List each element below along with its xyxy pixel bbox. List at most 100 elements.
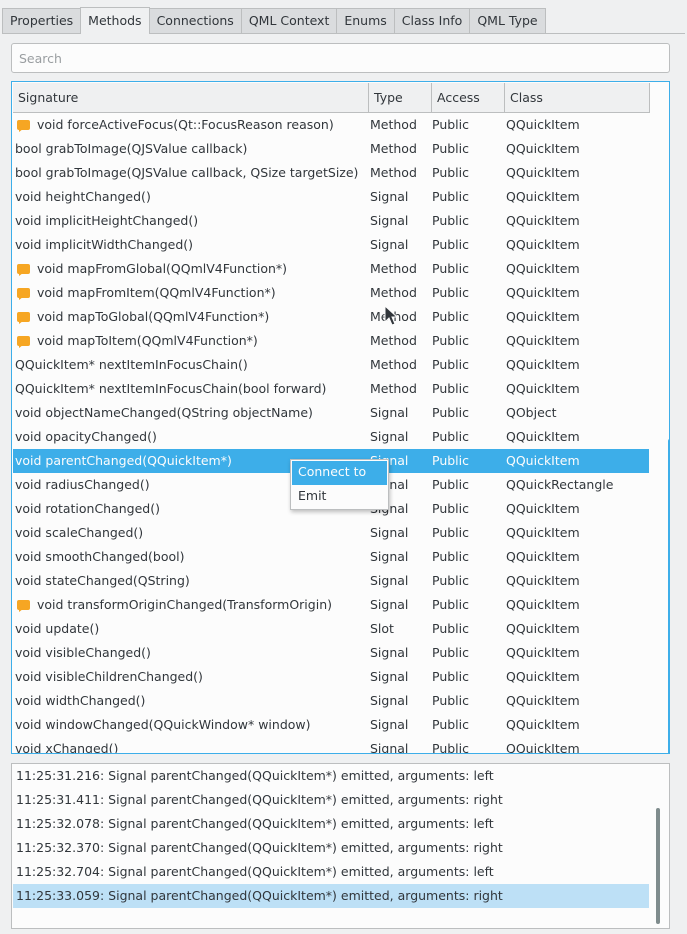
tab-class-info[interactable]: Class Info bbox=[393, 8, 471, 34]
cell-class-text: QObject bbox=[506, 405, 557, 420]
cell-class-text: QQuickItem bbox=[506, 213, 580, 228]
column-header-class[interactable]: Class bbox=[505, 83, 650, 112]
tab-properties[interactable]: Properties bbox=[2, 8, 82, 34]
log-line[interactable]: 11:25:32.078: Signal parentChanged(QQuic… bbox=[13, 812, 649, 836]
cell-class: QQuickItem bbox=[506, 257, 646, 281]
column-header-signature[interactable]: Signature bbox=[13, 83, 369, 112]
table-scrollbar[interactable] bbox=[668, 439, 669, 753]
table-row[interactable]: void scaleChanged() Signal Public QQuickIte… bbox=[13, 521, 649, 545]
cell-access-text: Public bbox=[432, 717, 469, 732]
cell-access-text: Public bbox=[432, 237, 469, 252]
cell-class-text: QQuickItem bbox=[506, 453, 580, 468]
context-menu: Connect to Emit bbox=[290, 459, 389, 510]
cell-class: QQuickItem bbox=[506, 281, 646, 305]
table-row[interactable]: void heightChanged() Signal Public QQuickIt… bbox=[13, 185, 649, 209]
cell-signature: void implicitHeightChanged() bbox=[15, 209, 365, 233]
mouse-cursor-icon bbox=[384, 305, 398, 326]
table-row[interactable]: void visibleChildrenChanged() Signal Publi… bbox=[13, 665, 649, 689]
cell-signature-text: void objectNameChanged(QString objectNam… bbox=[15, 405, 313, 420]
menu-item-emit[interactable]: Emit bbox=[292, 485, 387, 509]
cell-signature-text: void transformOriginChanged(TransformOri… bbox=[37, 597, 332, 612]
tab-enums[interactable]: Enums bbox=[336, 8, 395, 34]
column-header-type[interactable]: Type bbox=[369, 83, 432, 112]
log-line[interactable]: 11:25:32.370: Signal parentChanged(QQuic… bbox=[13, 836, 649, 860]
table-row[interactable]: void mapToItem(QQmlV4Function*) Method Pub… bbox=[13, 329, 649, 353]
tab-methods[interactable]: Methods bbox=[80, 7, 150, 34]
note-icon bbox=[17, 264, 30, 276]
cell-type-text: Method bbox=[370, 381, 417, 396]
cell-type: Signal bbox=[370, 425, 425, 449]
table-row[interactable]: void objectNameChanged(QString objectNam… bbox=[13, 401, 649, 425]
cell-access: Public bbox=[432, 665, 502, 689]
cell-access-text: Public bbox=[432, 477, 469, 492]
cell-signature-text: void xChanged() bbox=[15, 741, 119, 753]
cell-signature-text: void rotationChanged() bbox=[15, 501, 160, 516]
log-line[interactable]: 11:25:33.059: Signal parentChanged(QQuic… bbox=[13, 884, 649, 908]
table-row[interactable]: void update() Slot Public QQuickItem bbox=[13, 617, 649, 641]
cell-type: Signal bbox=[370, 233, 425, 257]
table-row[interactable]: void visibleChanged() Signal Public QQuickI… bbox=[13, 641, 649, 665]
table-row[interactable]: QQuickItem* nextItemInFocusChain(bool fo… bbox=[13, 377, 649, 401]
table-row[interactable]: void mapToGlobal(QQmlV4Function*)MethodP… bbox=[13, 305, 649, 329]
table-row[interactable]: void xChanged() Signal Public QQuickItem bbox=[13, 737, 649, 753]
menu-item-connect-to[interactable]: Connect to bbox=[292, 461, 387, 485]
table-row[interactable]: bool grabToImage(QJSValue callback) Metho… bbox=[13, 137, 649, 161]
cell-access-text: Public bbox=[432, 117, 469, 132]
cell-signature-text: void heightChanged() bbox=[15, 189, 151, 204]
cell-class-text: QQuickItem bbox=[506, 357, 580, 372]
cell-access-text: Public bbox=[432, 405, 469, 420]
note-icon bbox=[17, 312, 30, 324]
cell-class: QQuickRectangle bbox=[506, 473, 646, 497]
cell-class: QQuickItem bbox=[506, 425, 646, 449]
cell-type: Method bbox=[370, 377, 425, 401]
table-row[interactable]: void mapFromGlobal(QQmlV4Function*) Metho… bbox=[13, 257, 649, 281]
cell-type: Method bbox=[370, 281, 425, 305]
cell-type-text: Method bbox=[370, 165, 417, 180]
cell-class-text: QQuickItem bbox=[506, 285, 580, 300]
cell-class: QQuickItem bbox=[506, 329, 646, 353]
cell-type: Signal bbox=[370, 185, 425, 209]
table-row[interactable]: void implicitHeightChanged() Signal Public… bbox=[13, 209, 649, 233]
cell-access: Public bbox=[432, 113, 502, 137]
table-row[interactable]: void mapFromItem(QQmlV4Function*) Method P… bbox=[13, 281, 649, 305]
tab-connections[interactable]: Connections bbox=[148, 8, 242, 34]
cell-class: QQuickItem bbox=[506, 737, 646, 753]
table-row[interactable]: void widthChanged() Signal Public QQuickIte… bbox=[13, 689, 649, 713]
cell-signature: void update() bbox=[15, 617, 365, 641]
table-row[interactable]: void smoothChanged(bool) Signal Public QQui… bbox=[13, 545, 649, 569]
table-row[interactable]: void forceActiveFocus(Qt::FocusReason re… bbox=[13, 113, 649, 137]
cell-signature-text: void update() bbox=[15, 621, 100, 636]
cell-signature: void stateChanged(QString) bbox=[15, 569, 365, 593]
cell-class: QQuickItem bbox=[506, 641, 646, 665]
cell-signature: void widthChanged() bbox=[15, 689, 365, 713]
cell-signature-text: void visibleChildrenChanged() bbox=[15, 669, 203, 684]
cell-access: Public bbox=[432, 353, 502, 377]
cell-class-text: QQuickItem bbox=[506, 741, 580, 753]
log-scrollbar[interactable] bbox=[656, 808, 660, 924]
cell-access: Public bbox=[432, 521, 502, 545]
search-input[interactable] bbox=[11, 43, 670, 73]
log-line[interactable]: 11:25:31.216: Signal parentChanged(QQuic… bbox=[13, 764, 649, 788]
cell-type-text: Signal bbox=[370, 597, 409, 612]
cell-access-text: Public bbox=[432, 357, 469, 372]
table-row[interactable]: void implicitWidthChanged() Signal Public Q… bbox=[13, 233, 649, 257]
table-row[interactable]: void transformOriginChanged(TransformOri… bbox=[13, 593, 649, 617]
cell-access: Public bbox=[432, 473, 502, 497]
table-row[interactable]: bool grabToImage(QJSValue callback, QSiz… bbox=[13, 161, 649, 185]
column-header-access[interactable]: Access bbox=[432, 83, 505, 112]
log-line[interactable]: 11:25:32.704: Signal parentChanged(QQuic… bbox=[13, 860, 649, 884]
tab-qml-context[interactable]: QML Context bbox=[240, 8, 338, 34]
table-row[interactable]: void windowChanged(QQuickWindow* window)… bbox=[13, 713, 649, 737]
cell-class: QQuickItem bbox=[506, 617, 646, 641]
table-row[interactable]: void opacityChanged() Signal Public QQuickI… bbox=[13, 425, 649, 449]
cell-access-text: Public bbox=[432, 213, 469, 228]
log-line[interactable]: 11:25:31.411: Signal parentChanged(QQuic… bbox=[13, 788, 649, 812]
tab-qml-type[interactable]: QML Type bbox=[469, 8, 546, 34]
cell-access-text: Public bbox=[432, 189, 469, 204]
cell-signature-text: void smoothChanged(bool) bbox=[15, 549, 185, 564]
cell-class-text: QQuickItem bbox=[506, 429, 580, 444]
cell-signature-text: void mapFromGlobal(QQmlV4Function*) bbox=[37, 261, 288, 276]
cell-signature-text: void widthChanged() bbox=[15, 693, 146, 708]
table-row[interactable]: void stateChanged(QString) Signal Public QQ… bbox=[13, 569, 649, 593]
table-row[interactable]: QQuickItem* nextItemInFocusChain() Method… bbox=[13, 353, 649, 377]
